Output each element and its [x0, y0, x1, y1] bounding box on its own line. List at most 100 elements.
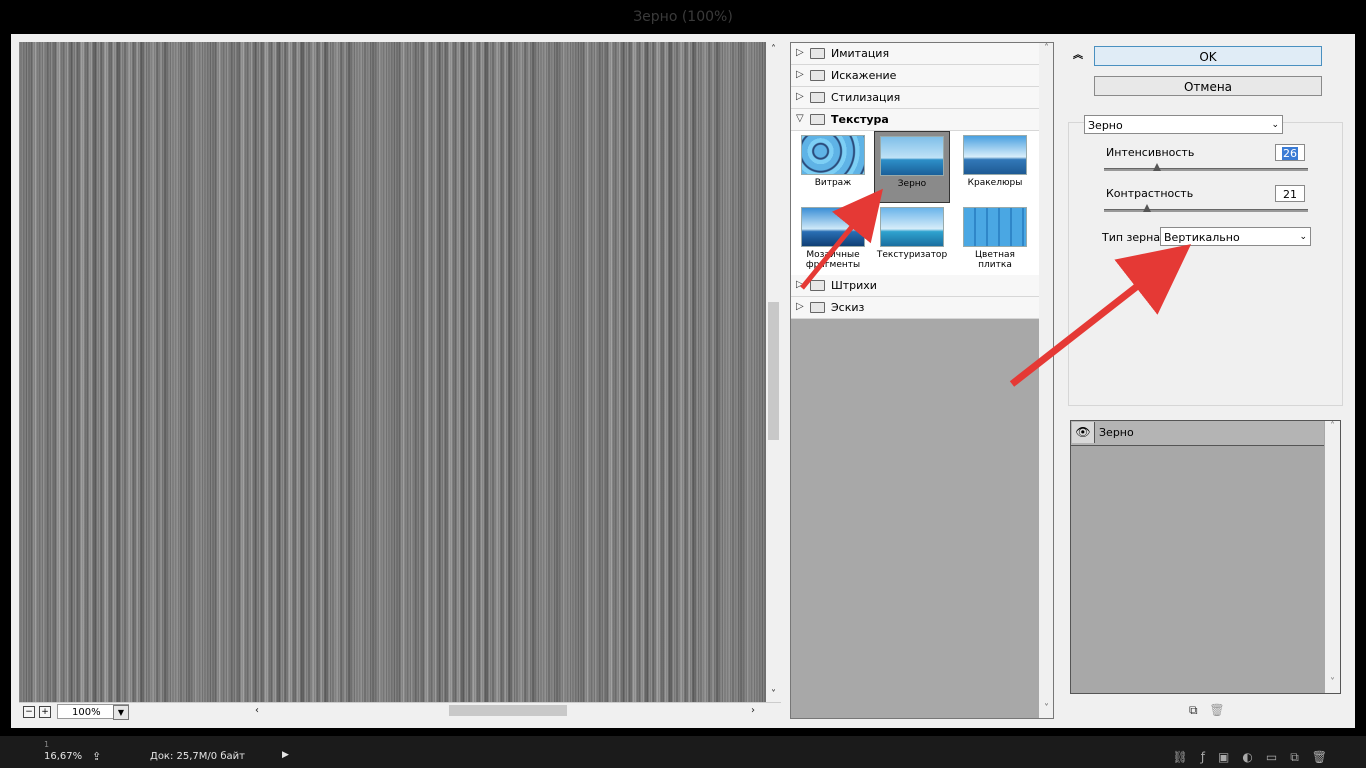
effect-layer-actions: ⧉ 🗑 [1189, 703, 1225, 718]
stained-glass-preview [801, 135, 865, 175]
filter-thumb-label: Кракелюры [967, 178, 1023, 188]
chevron-down-icon: ⌄ [1271, 120, 1279, 130]
filter-select-value: Зерно [1088, 119, 1123, 132]
chevron-down-icon: ⌄ [1299, 232, 1307, 242]
preview-image[interactable] [19, 42, 766, 702]
category-distortion[interactable]: ▷ Искажение [791, 65, 1039, 87]
filter-select[interactable]: Зерно ⌄ [1084, 115, 1283, 134]
trash-icon[interactable]: 🗑 [1312, 750, 1340, 764]
effect-layers-scrollbar[interactable]: ˄ ˅ [1325, 421, 1340, 693]
preview-horizontal-scrollbar[interactable]: ‹ › [251, 703, 766, 718]
layers-panel-icons: ⛓ƒ▣◐▭⧉🗑 [1173, 750, 1340, 765]
filter-list-scrollbar[interactable]: ˄ ˅ [1039, 43, 1053, 718]
category-sketch[interactable]: ▷ Эскиз [791, 297, 1039, 319]
grain-type-label: Тип зерна: [1102, 231, 1164, 244]
folder-icon [810, 70, 825, 81]
intensity-input[interactable]: 26 [1275, 144, 1305, 161]
expand-arrow-icon[interactable]: ▷ [796, 279, 804, 290]
effect-layer-row[interactable]: 👁 Зерно [1071, 421, 1324, 446]
fx-icon[interactable]: ƒ [1201, 750, 1218, 764]
filter-thumb-patchwork[interactable]: Цветная плитка [957, 203, 1033, 270]
category-texture[interactable]: ▽ Текстура [791, 109, 1039, 131]
preview-vertical-scrollbar[interactable]: ˄ ˅ [766, 42, 781, 702]
zoom-in-button[interactable]: + [39, 706, 51, 718]
scroll-right-icon[interactable]: › [751, 703, 755, 718]
cancel-button[interactable]: Отмена [1094, 76, 1322, 96]
intensity-label: Интенсивность [1106, 146, 1195, 159]
play-icon[interactable]: ▶ [282, 750, 289, 760]
filter-thumb-label: Текстуризатор [876, 250, 948, 260]
expand-arrow-icon[interactable]: ▷ [796, 91, 804, 102]
category-stylize[interactable]: ▷ Стилизация [791, 87, 1039, 109]
chevron-down-icon[interactable]: ▼ [113, 705, 129, 720]
document-zoom[interactable]: 16,67% [44, 751, 82, 762]
texture-thumbnails: Витраж Зерно Кракелюры Мозаичные фрагмен… [791, 131, 1039, 275]
category-brush-strokes[interactable]: ▷ Штрихи [791, 275, 1039, 297]
folder-icon [810, 92, 825, 103]
contrast-label: Контрастность [1106, 187, 1194, 200]
filter-thumb-grain[interactable]: Зерно [874, 131, 950, 203]
intensity-slider-handle[interactable] [1153, 163, 1162, 171]
zoom-out-button[interactable]: − [23, 706, 35, 718]
category-imitation[interactable]: ▷ Имитация [791, 43, 1039, 65]
scroll-down-icon[interactable]: ˅ [766, 687, 781, 702]
filter-list-panel: ▷ Имитация ▷ Искажение ▷ Стилизация ▽ Те… [790, 42, 1054, 719]
category-label: Текстура [831, 113, 889, 126]
folder-open-icon [810, 114, 825, 125]
contrast-value: 21 [1283, 188, 1297, 201]
contrast-slider-handle[interactable] [1142, 204, 1151, 212]
grain-type-select[interactable]: Вертикально ⌄ [1160, 227, 1311, 246]
window-title: Зерно (100%) [0, 0, 1366, 34]
filter-thumb-texturizer[interactable]: Текстуризатор [874, 203, 950, 260]
texturizer-preview [880, 207, 944, 247]
filter-thumb-mosaic-tiles[interactable]: Мозаичные фрагменты [795, 203, 871, 270]
category-label: Стилизация [831, 91, 901, 104]
link-icon[interactable]: ⛓ [1173, 750, 1201, 764]
collapse-arrow-icon[interactable]: ▽ [796, 113, 804, 124]
contrast-slider[interactable] [1104, 209, 1308, 212]
collapse-gallery-icon[interactable]: ︽ [1073, 46, 1083, 61]
grain-type-value: Вертикально [1164, 231, 1240, 244]
intensity-value: 26 [1282, 147, 1298, 160]
expand-arrow-icon[interactable]: ▷ [796, 47, 804, 58]
filter-thumb-label: Цветная плитка [975, 250, 1015, 270]
filter-list-empty-area [791, 319, 1039, 718]
preview-hscroll-thumb[interactable] [449, 705, 567, 716]
filter-thumb-label: Витраж [814, 178, 852, 188]
patchwork-preview [963, 207, 1027, 247]
contrast-input[interactable]: 21 [1275, 185, 1305, 202]
expand-arrow-icon[interactable]: ▷ [796, 301, 804, 312]
grain-preview [880, 136, 944, 176]
eye-icon[interactable]: 👁 [1072, 422, 1095, 443]
category-label: Штрихи [831, 279, 877, 292]
preview-panel: ˄ ˅ − + 100% ▼ ‹ › [19, 42, 781, 720]
mask-icon[interactable]: ▣ [1218, 750, 1242, 764]
scroll-up-icon[interactable]: ˄ [1039, 43, 1053, 54]
ok-button[interactable]: OK [1094, 46, 1322, 66]
category-label: Имитация [831, 47, 890, 60]
preview-vscroll-thumb[interactable] [768, 302, 779, 440]
scroll-up-icon[interactable]: ˄ [1325, 421, 1340, 432]
intensity-slider[interactable] [1104, 168, 1308, 171]
ruler-mark: 1 [44, 740, 50, 749]
trash-icon[interactable]: 🗑 [1209, 703, 1224, 717]
new-layer-icon[interactable]: ⧉ [1290, 750, 1312, 764]
scroll-down-icon[interactable]: ˅ [1325, 677, 1340, 688]
adjustment-icon[interactable]: ◐ [1242, 750, 1265, 764]
share-icon[interactable]: ⇪ [92, 750, 101, 763]
scroll-down-icon[interactable]: ˅ [1039, 703, 1053, 714]
scroll-up-icon[interactable]: ˄ [766, 42, 781, 57]
category-label: Искажение [831, 69, 897, 82]
effect-layer-label: Зерно [1099, 426, 1134, 439]
document-size: Док: 25,7M/0 байт [150, 751, 245, 762]
folder-icon [810, 280, 825, 291]
new-effect-layer-icon[interactable]: ⧉ [1189, 703, 1198, 717]
expand-arrow-icon[interactable]: ▷ [796, 69, 804, 80]
filter-thumb-stained-glass[interactable]: Витраж [795, 131, 871, 188]
folder-icon [810, 48, 825, 59]
effect-layers-panel: 👁 Зерно ˄ ˅ [1070, 420, 1341, 694]
mosaic-tiles-preview [801, 207, 865, 247]
folder-icon[interactable]: ▭ [1266, 750, 1290, 764]
scroll-left-icon[interactable]: ‹ [255, 703, 259, 718]
filter-thumb-craquelure[interactable]: Кракелюры [957, 131, 1033, 188]
